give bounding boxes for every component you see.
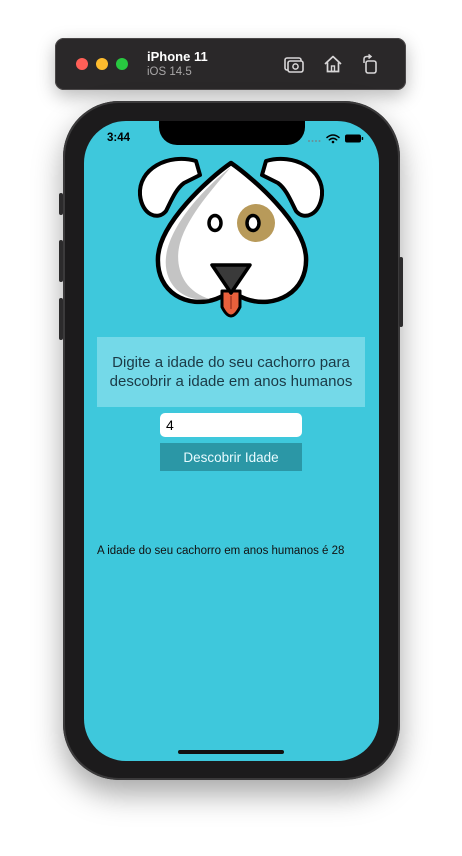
rotate-icon[interactable]: [359, 53, 381, 75]
notch: [159, 121, 305, 145]
side-power-button: [399, 257, 403, 327]
volume-down-button: [59, 298, 63, 340]
silent-switch: [59, 193, 63, 215]
wifi-icon: [326, 134, 340, 141]
battery-icon: [345, 134, 364, 143]
instruction-text: Digite a idade do seu cachorro para desc…: [109, 354, 353, 390]
zoom-window-button[interactable]: [116, 58, 128, 70]
home-icon[interactable]: [322, 53, 344, 75]
simulator-title-bar: iPhone 11 iOS 14.5: [55, 38, 406, 90]
discover-age-button[interactable]: Descobrir Idade: [160, 443, 302, 471]
status-indicators: [308, 134, 364, 144]
signal-icon: [308, 140, 321, 142]
minimize-window-button[interactable]: [96, 58, 108, 70]
volume-up-button: [59, 240, 63, 282]
instruction-box: Digite a idade do seu cachorro para desc…: [97, 337, 365, 407]
screenshot-icon[interactable]: [283, 53, 305, 75]
os-version: iOS 14.5: [147, 66, 192, 78]
dog-age-input[interactable]: [160, 413, 302, 437]
home-indicator[interactable]: [178, 750, 284, 754]
status-time: 3:44: [107, 132, 131, 144]
result-text: A idade do seu cachorro em anos humanos …: [97, 545, 345, 557]
app-screen: 3:44 Digite a idade do seu cachorro para…: [84, 121, 379, 761]
close-window-button[interactable]: [76, 58, 88, 70]
dog-face-logo: [137, 156, 325, 318]
device-name: iPhone 11: [147, 49, 208, 64]
